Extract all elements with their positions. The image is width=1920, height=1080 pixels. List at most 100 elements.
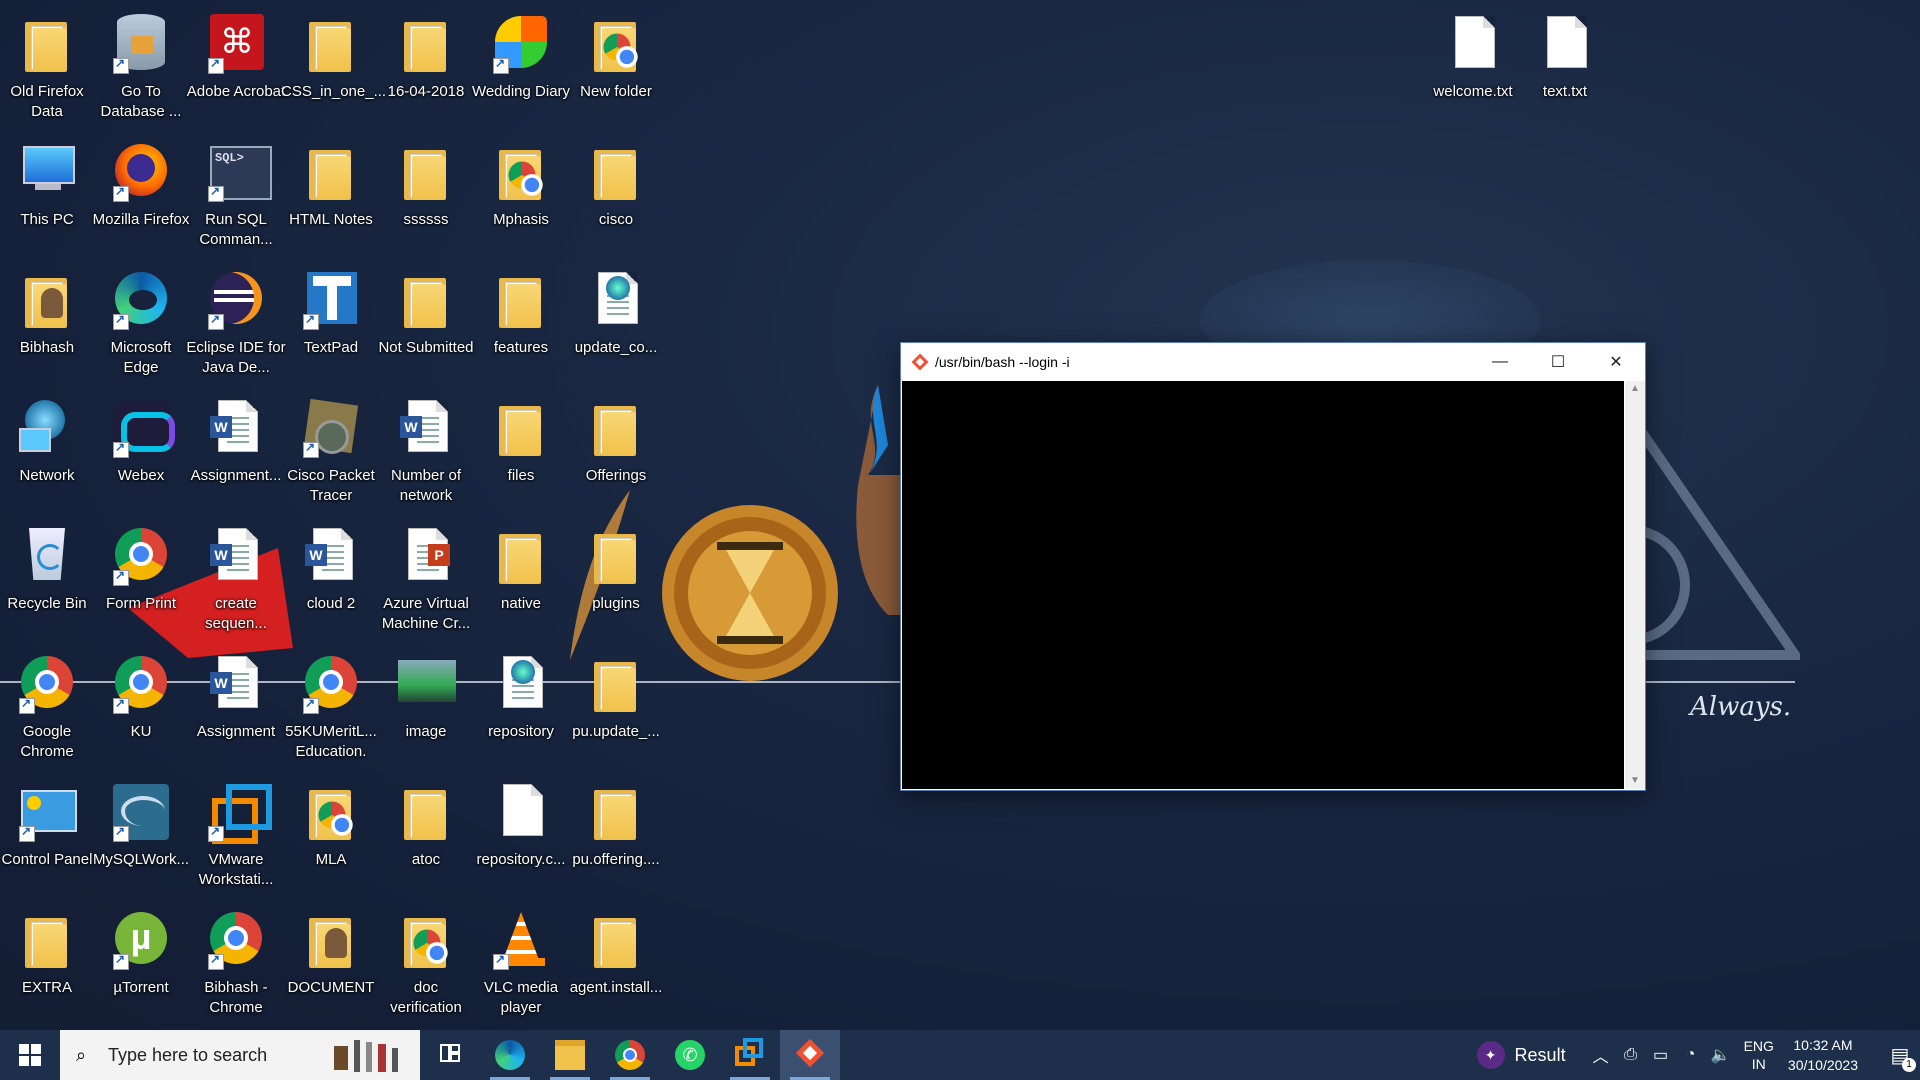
desktop-icon-label: VLC media player [483,979,559,1016]
web-doc-icon [584,266,648,330]
desktop-icon-network[interactable]: Network [0,388,94,512]
desktop-icon-16-04-2018[interactable]: 16-04-2018 [379,4,473,128]
desktop-icon-run-sql-comman[interactable]: SQL> Run SQL Comman... [189,132,283,256]
clock-time: 10:32 AM [1793,1037,1853,1053]
desktop-icon-form-print[interactable]: Form Print [94,516,188,640]
desktop-icon-pu-update[interactable]: pu.update_... [569,644,663,768]
desktop-icon-55kumeritl-education[interactable]: 55KUMeritL... Education. [284,644,378,768]
folder-icon [584,138,648,202]
desktop-icon-welcome-txt[interactable]: welcome.txt [1426,4,1520,128]
desktop-icon-vmware-workstati[interactable]: VMware Workstati... [189,772,283,896]
desktop-icon-agent-install[interactable]: agent.install... [569,900,663,1024]
windows-icon [19,1044,41,1066]
desktop-icon-not-submitted[interactable]: Not Submitted [378,260,474,384]
desktop-icon-old-firefox-data[interactable]: Old Firefox Data [0,4,94,128]
desktop-icon-label: VMware Workstati... [198,851,274,888]
taskbar-app-vmware[interactable] [720,1030,780,1080]
desktop-icon-html-notes[interactable]: HTML Notes [284,132,378,256]
desktop-icon-mla[interactable]: MLA [284,772,378,896]
desktop-icon-number-of-network[interactable]: W Number of network [379,388,473,512]
desktop[interactable]: Always. Old Firefox Data Go To Database .… [0,0,1920,1030]
meet-now-icon[interactable]: ⎙ [1616,1046,1646,1064]
battery-icon[interactable]: ▭ [1646,1045,1676,1065]
desktop-icon-bibhash[interactable]: Bibhash [0,260,94,384]
desktop-icon-ku[interactable]: KU [94,644,188,768]
desktop-icon-cloud-2[interactable]: Wcloud 2 [284,516,378,640]
desktop-icon-mozilla-firefox[interactable]: Mozilla Firefox [93,132,189,256]
wifi-icon[interactable]: ◔ [1676,1046,1706,1064]
desktop-icon-go-to-database[interactable]: Go To Database ... [94,4,188,128]
scroll-up-icon[interactable]: ▲ [1625,381,1645,397]
desktop-icon-doc-verification[interactable]: doc verification [379,900,473,1024]
taskbar-app-microsoft-edge[interactable] [480,1030,540,1080]
close-button[interactable]: ✕ [1587,343,1645,380]
desktop-icon-image[interactable]: image [379,644,473,768]
terminal-output[interactable] [902,381,1624,789]
desktop-icon-label: atoc [411,851,441,868]
desktop-icon-vlc-media-player[interactable]: VLC media player [474,900,568,1024]
desktop-icon-features[interactable]: features [474,260,568,384]
desktop-icon-cisco-packet-tracer[interactable]: Cisco Packet Tracer [284,388,378,512]
taskbar-app-git-bash[interactable] [780,1030,840,1080]
desktop-icon-google-chrome[interactable]: Google Chrome [0,644,94,768]
desktop-icon-cisco[interactable]: cisco [569,132,663,256]
taskbar-app-file-explorer[interactable] [540,1030,600,1080]
desktop-icon-assignment[interactable]: W Assignment... [189,388,283,512]
desktop-icon-extra[interactable]: EXTRA [0,900,94,1024]
desktop-icon-ssssss[interactable]: ssssss [379,132,473,256]
desktop-icon-wedding-diary[interactable]: Wedding Diary [471,4,571,128]
desktop-icon-repository-c[interactable]: repository.c... [474,772,568,896]
desktop-icon-control-panel[interactable]: Control Panel [0,772,94,896]
desktop-icon-files[interactable]: files [474,388,568,512]
desktop-icon-atoc[interactable]: atoc [379,772,473,896]
desktop-icon-textpad[interactable]: TextPad [284,260,378,384]
desktop-icon-create-sequen[interactable]: Wcreate sequen... [189,516,283,640]
start-button[interactable] [0,1030,60,1080]
desktop-icon-native[interactable]: native [474,516,568,640]
desktop-icon-new-folder[interactable]: New folder [569,4,663,128]
git-bash-window[interactable]: /usr/bin/bash --login -i — ☐ ✕ ▲ ▼ [900,342,1646,791]
chevron-up-icon[interactable]: ︿ [1586,1043,1616,1067]
result-widget[interactable]: ✦ Result [1476,1041,1566,1069]
vertical-scrollbar[interactable]: ▲ ▼ [1625,381,1645,789]
maximize-button[interactable]: ☐ [1529,343,1587,380]
notification-button[interactable]: ▤ 1 [1880,1030,1920,1080]
desktop-icon-torrent[interactable]: µ µTorrent [94,900,188,1024]
taskbar-app-whatsapp[interactable]: ✆ [660,1030,720,1080]
scroll-down-icon[interactable]: ▼ [1625,773,1645,789]
webex-icon [109,394,175,458]
clock[interactable]: 10:32 AM 30/10/2023 [1788,1035,1858,1075]
taskbar-app-google-chrome[interactable] [600,1030,660,1080]
desktop-icon-repository[interactable]: repository [474,644,568,768]
desktop-icon-offerings[interactable]: Offerings [569,388,663,512]
desktop-icon-webex[interactable]: Webex [94,388,188,512]
search-box[interactable]: ⌕ Type here to search [60,1030,420,1080]
desktop-icon-label: doc verification [390,979,462,1016]
desktop-icon-text-txt[interactable]: text.txt [1518,4,1612,128]
language-indicator[interactable]: ENG IN [1744,1037,1774,1073]
desktop-icon-plugins[interactable]: plugins [569,516,663,640]
desktop-icon-css-in-one[interactable]: CSS_in_one_... [281,4,386,128]
desktop-icon-document[interactable]: DOCUMENT [284,900,378,1024]
minimize-button[interactable]: — [1471,343,1529,380]
clock-date: 30/10/2023 [1787,1057,1858,1073]
desktop-icon-assignment[interactable]: W Assignment [189,644,283,768]
desktop-icon-this-pc[interactable]: This PC [0,132,94,256]
desktop-icon-label: Wedding Diary [471,83,571,100]
desktop-icon-mphasis[interactable]: Mphasis [474,132,568,256]
desktop-icon-pu-offering[interactable]: pu.offering.... [569,772,663,896]
desktop-icon-bibhash-chrome[interactable]: Bibhash - Chrome [189,900,283,1024]
folder-icon [584,778,648,842]
region-code: IN [1751,1056,1766,1072]
volume-icon[interactable]: 🔈 [1706,1045,1736,1065]
desktop-icon-azure-virtual-machine-cr[interactable]: P Azure Virtual Machine Cr... [379,516,473,640]
edge-icon [109,266,173,330]
desktop-icon-update-co[interactable]: update_co... [569,260,663,384]
desktop-icon-adobe-acrobat[interactable]: ⌘ Adobe Acrobat [187,4,285,128]
desktop-icon-microsoft-edge[interactable]: Microsoft Edge [94,260,188,384]
desktop-icon-mysqlwork[interactable]: MySQLWork... [93,772,189,896]
desktop-icon-eclipse-ide-for-java-de[interactable]: Eclipse IDE for Java De... [186,260,286,384]
desktop-icon-recycle-bin[interactable]: Recycle Bin [0,516,94,640]
window-title-bar[interactable]: /usr/bin/bash --login -i — ☐ ✕ [901,343,1645,380]
taskbar-app-task-view[interactable] [420,1030,480,1080]
